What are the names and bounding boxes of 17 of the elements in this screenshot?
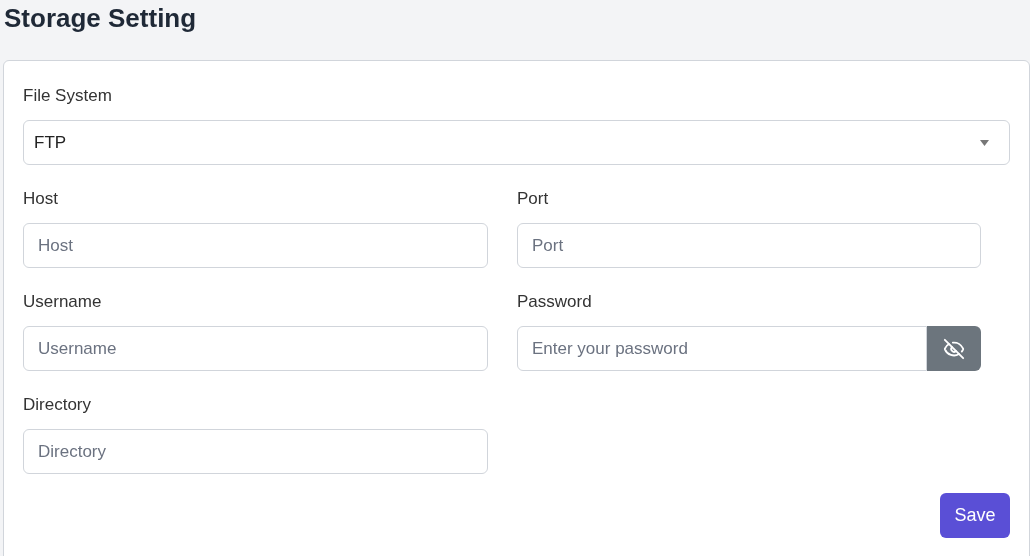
password-field[interactable]: Enter your password	[517, 326, 927, 371]
field-label: Port	[517, 188, 549, 210]
field-label: Host	[23, 188, 58, 210]
field-label: Password	[517, 291, 592, 313]
text-field[interactable]: Port	[517, 223, 981, 268]
text-field[interactable]: Username	[23, 326, 488, 371]
file-system-select[interactable]: FTP	[23, 120, 1010, 165]
text-field[interactable]: Directory	[23, 429, 488, 474]
field-label: Directory	[23, 394, 91, 416]
eye-off-icon	[943, 337, 965, 360]
text-field[interactable]: Host	[23, 223, 488, 268]
page-title: Storage Setting	[4, 2, 197, 35]
field-label: Username	[23, 291, 102, 313]
save-button[interactable]: Save	[940, 493, 1010, 538]
dropdown-caret-icon	[980, 139, 989, 146]
field-label: File System	[23, 85, 112, 107]
toggle-visibility-button[interactable]	[927, 326, 981, 371]
